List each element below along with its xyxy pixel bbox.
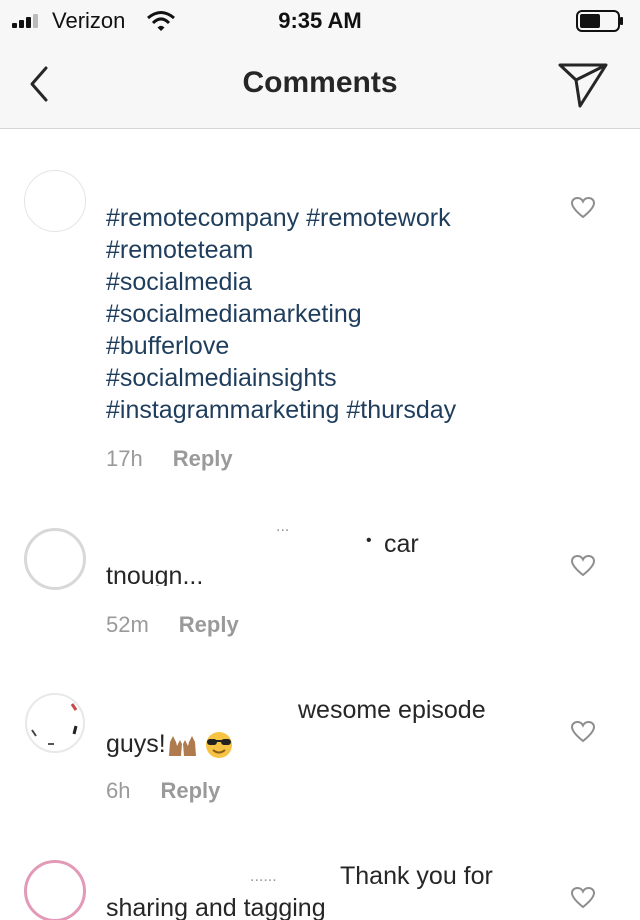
- hashtag-link[interactable]: #socialmediainsights: [106, 362, 546, 394]
- comment-text-span: guys!: [106, 730, 166, 758]
- like-heart-icon[interactable]: [570, 554, 596, 578]
- status-bar: Verizon 9:35 AM: [0, 0, 640, 44]
- hashtag-link[interactable]: #socialmedia: [106, 266, 546, 298]
- reply-button[interactable]: Reply: [179, 612, 239, 637]
- hashtag-link[interactable]: #bufferlove: [106, 330, 546, 362]
- comment-timestamp: 52m: [106, 612, 149, 637]
- direct-message-icon[interactable]: [556, 60, 610, 110]
- reply-button[interactable]: Reply: [173, 446, 233, 471]
- avatar[interactable]: [24, 860, 86, 920]
- comment-text-fragment: ...: [276, 518, 290, 535]
- reply-button[interactable]: Reply: [160, 778, 220, 803]
- comment-text-fragment: ......: [250, 868, 277, 885]
- comment-text-line: sharing and tagging: [106, 894, 326, 920]
- comment-timestamp: 17h: [106, 446, 143, 471]
- comment-meta: 52m Reply: [106, 612, 239, 638]
- sunglasses-emoji: [205, 732, 232, 759]
- like-heart-icon[interactable]: [570, 720, 596, 744]
- hashtag-link[interactable]: #instagrammarketing #thursday: [106, 394, 546, 426]
- hashtag-link[interactable]: #remotecompany #remotework: [106, 202, 546, 234]
- comment-meta: 17h Reply: [106, 446, 233, 472]
- battery-icon: [576, 10, 623, 32]
- page-title: Comments: [242, 66, 398, 99]
- comment-meta: 6h Reply: [106, 778, 220, 804]
- comment-text: #remotecompany #remotework #remoteteam #…: [106, 202, 546, 426]
- comment-text-line: Thank you for: [340, 862, 493, 890]
- raised-hands-emoji: [168, 736, 196, 757]
- avatar[interactable]: [24, 170, 86, 232]
- comment-text-line: car: [384, 530, 419, 558]
- hashtag-link[interactable]: #remoteteam: [106, 234, 546, 266]
- avatar[interactable]: [24, 528, 86, 590]
- avatar[interactable]: [24, 692, 86, 754]
- comment-item: ... • car tnougn... 52m Reply: [0, 518, 640, 656]
- comment-text-line: tnougn...: [106, 562, 204, 586]
- hashtag-link[interactable]: #socialmediamarketing: [106, 298, 546, 330]
- comment-timestamp: 6h: [106, 778, 131, 803]
- like-heart-icon[interactable]: [570, 196, 596, 220]
- comment-text-line: wesome episode: [298, 696, 486, 724]
- clock: 9:35 AM: [278, 8, 362, 33]
- navigation-bar: Comments: [0, 44, 640, 129]
- comment-item: wesome episode guys! 6h Reply: [0, 692, 640, 822]
- comment-text-line: guys!: [106, 730, 234, 759]
- comment-text-fragment: •: [366, 532, 372, 549]
- like-heart-icon[interactable]: [570, 886, 596, 910]
- back-chevron-icon[interactable]: [22, 62, 58, 106]
- comment-item: ...... Thank you for sharing and tagging: [0, 858, 640, 920]
- comment-item: #remotecompany #remotework #remoteteam #…: [0, 170, 640, 480]
